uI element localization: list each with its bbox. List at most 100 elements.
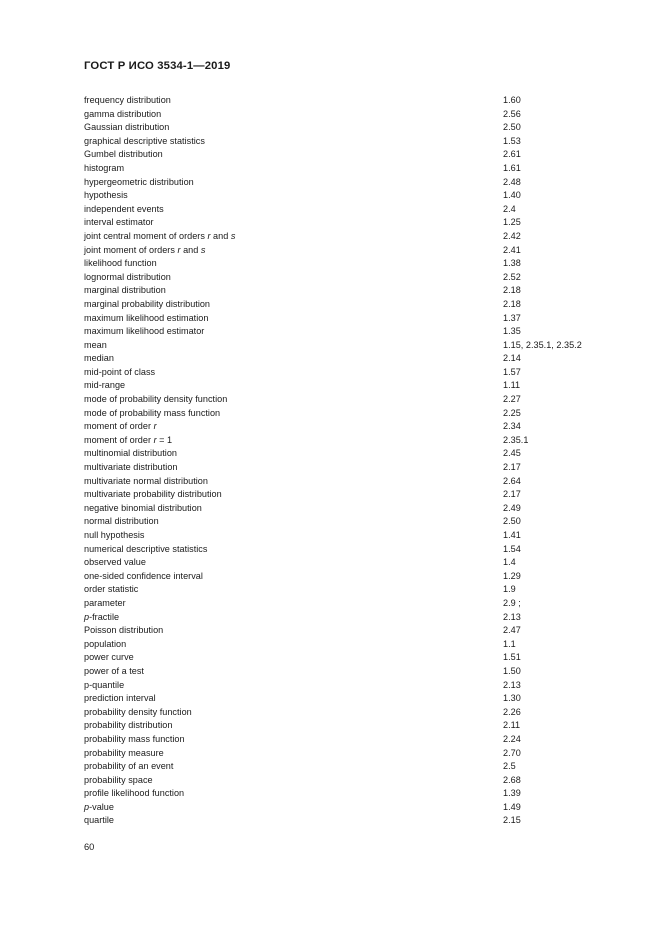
index-entry-term: joint central moment of orders r and s (84, 230, 236, 241)
index-entry: Gumbel distribution 2.61 (84, 148, 584, 162)
index-entry-term: population (84, 638, 127, 649)
index-entry: marginal probability distribution 2.18 (84, 298, 584, 312)
index-entry: probability of an event 2.5 (84, 760, 584, 774)
index-entry-reference: 1.53 (503, 135, 521, 146)
index-entry-reference: 2.68 (503, 774, 521, 785)
index-entry: interval estimator 1.25 (84, 216, 584, 230)
index-entry-term: Poisson distribution (84, 625, 164, 636)
index-entry-reference: 1.29 (503, 570, 521, 581)
index-entry-term: frequency distribution (84, 95, 171, 105)
index-entry-reference: 2.70 (503, 747, 521, 758)
index-entry: marginal distribution 2.18 (84, 284, 584, 298)
index-entry: multivariate distribution 2.17 (84, 461, 584, 475)
index-entry-reference: 2.4 (503, 203, 516, 214)
index-entry-term: mode of probability density function (84, 394, 228, 405)
index-entry-reference: 1.11 (503, 380, 521, 391)
index-entry-reference: 2.13 (503, 611, 521, 622)
index-entry: histogram 1.61 (84, 162, 584, 176)
index-entry: power curve 1.51 (84, 651, 584, 665)
index-entry-reference: 2.15 (503, 815, 521, 826)
index-entry-term: power curve (84, 652, 134, 663)
index-entry-reference: 1.9 (503, 584, 516, 595)
index-entry-term: lognormal distribution (84, 271, 171, 282)
index-entry: p-value 1.49 (84, 801, 584, 815)
index-entry-term: multivariate normal distribution (84, 475, 208, 486)
index-entry-term: histogram (84, 162, 125, 173)
index-entry: likelihood function 1.38 (84, 257, 584, 271)
index-entry-term: Gumbel distribution (84, 149, 163, 160)
index-entry: mid-range 1.11 (84, 379, 584, 393)
index-entry-term: probability density function (84, 706, 192, 717)
index-entry-reference: 2.52 (503, 271, 521, 282)
document-page: ГОСТ Р ИСО 3534-1—2019 frequency distrib… (0, 0, 661, 935)
index-entry: p-quantile 2.13 (84, 679, 584, 693)
index-entry-term: quartile (84, 815, 114, 826)
index-entry-reference: 2.9 ; (503, 597, 521, 608)
index-entry-term: parameter (84, 597, 126, 608)
index-entry-term: probability of an event (84, 761, 174, 772)
index-entry: hypothesis 1.40 (84, 189, 584, 203)
index-entry-reference: 1.54 (503, 543, 521, 554)
index-entry: Poisson distribution 2.47 (84, 624, 584, 638)
index-entry-term: p-quantile (84, 679, 125, 690)
index-entry: p-fractile 2.13 (84, 611, 584, 625)
index-entry: moment of order r 2.34 (84, 420, 584, 434)
index-entry-term: Gaussian distribution (84, 122, 170, 133)
index-entry: maximum likelihood estimator 1.35 (84, 325, 584, 339)
index-entry: hypergeometric distribution 2.48 (84, 176, 584, 190)
index-entry-term: median (84, 353, 114, 364)
index-entry-reference: 2.42 (503, 230, 521, 241)
alphabetical-index-list: frequency distribution 1.60 gamma distribu… (84, 94, 584, 828)
index-entry: graphical descriptive statistics 1.53 (84, 135, 584, 149)
index-entry-reference: 2.45 (503, 448, 521, 459)
index-entry-reference: 1.30 (503, 693, 521, 704)
index-entry-term: moment of order r = 1 (84, 434, 173, 445)
index-entry: power of a test 1.50 (84, 665, 584, 679)
index-entry-reference: 1.25 (503, 217, 521, 228)
index-entry-reference: 2.25 (503, 407, 521, 418)
index-entry: prediction interval 1.30 (84, 692, 584, 706)
index-entry-term: negative binomial distribution (84, 502, 202, 513)
index-entry-reference: 2.17 (503, 489, 521, 500)
index-entry-term: maximum likelihood estimation (84, 312, 209, 323)
index-entry-reference: 2.49 (503, 502, 521, 513)
index-entry-term: mid-point of class (84, 366, 156, 377)
index-entry: probability density function 2.26 (84, 706, 584, 720)
index-entry: multivariate probability distribution 2.1… (84, 488, 584, 502)
index-entry-reference: 2.24 (503, 733, 521, 744)
index-entry: Gaussian distribution 2.50 (84, 121, 584, 135)
index-entry-reference: 2.26 (503, 706, 521, 717)
index-entry: quartile 2.15 (84, 814, 584, 828)
index-entry-term: probability measure (84, 747, 164, 758)
index-entry-reference: 2.35.1 (503, 434, 529, 445)
index-entry-term: likelihood function (84, 258, 157, 269)
index-entry: negative binomial distribution 2.49 (84, 502, 584, 516)
index-entry: mean 1.15, 2.35.1, 2.35.2 (84, 339, 584, 353)
index-entry-reference: 2.47 (503, 625, 521, 636)
index-entry-reference: 2.14 (503, 353, 521, 364)
index-entry: population 1.1 (84, 638, 584, 652)
index-entry: null hypothesis 1.41 (84, 529, 584, 543)
index-entry-term: multivariate probability distribution (84, 489, 222, 500)
index-entry-term: hypergeometric distribution (84, 176, 194, 187)
index-entry-reference: 2.50 (503, 122, 521, 133)
index-entry: independent events 2.4 (84, 203, 584, 217)
index-entry: observed value 1.4 (84, 556, 584, 570)
index-entry: gamma distribution 2.56 (84, 108, 584, 122)
index-entry: probability distribution 2.11 (84, 719, 584, 733)
index-entry-term: probability space (84, 774, 153, 785)
index-entry-term: mode of probability mass function (84, 407, 221, 418)
index-entry-reference: 1.15, 2.35.1, 2.35.2 (503, 339, 582, 350)
index-entry-term: marginal probability distribution (84, 298, 211, 309)
index-entry: probability mass function 2.24 (84, 733, 584, 747)
index-entry-reference: 1.50 (503, 665, 521, 676)
index-entry-reference: 1.49 (503, 801, 521, 812)
index-entry-term: p-value (84, 801, 114, 812)
index-entry: mid-point of class 1.57 (84, 366, 584, 380)
index-entry: frequency distribution 1.60 (84, 94, 584, 108)
index-entry-reference: 1.51 (503, 652, 521, 663)
index-entry-term: observed value (84, 557, 146, 568)
index-entry-term: profile likelihood function (84, 788, 185, 799)
index-entry-reference: 2.5 (503, 761, 516, 772)
index-entry-reference: 1.41 (503, 530, 521, 540)
